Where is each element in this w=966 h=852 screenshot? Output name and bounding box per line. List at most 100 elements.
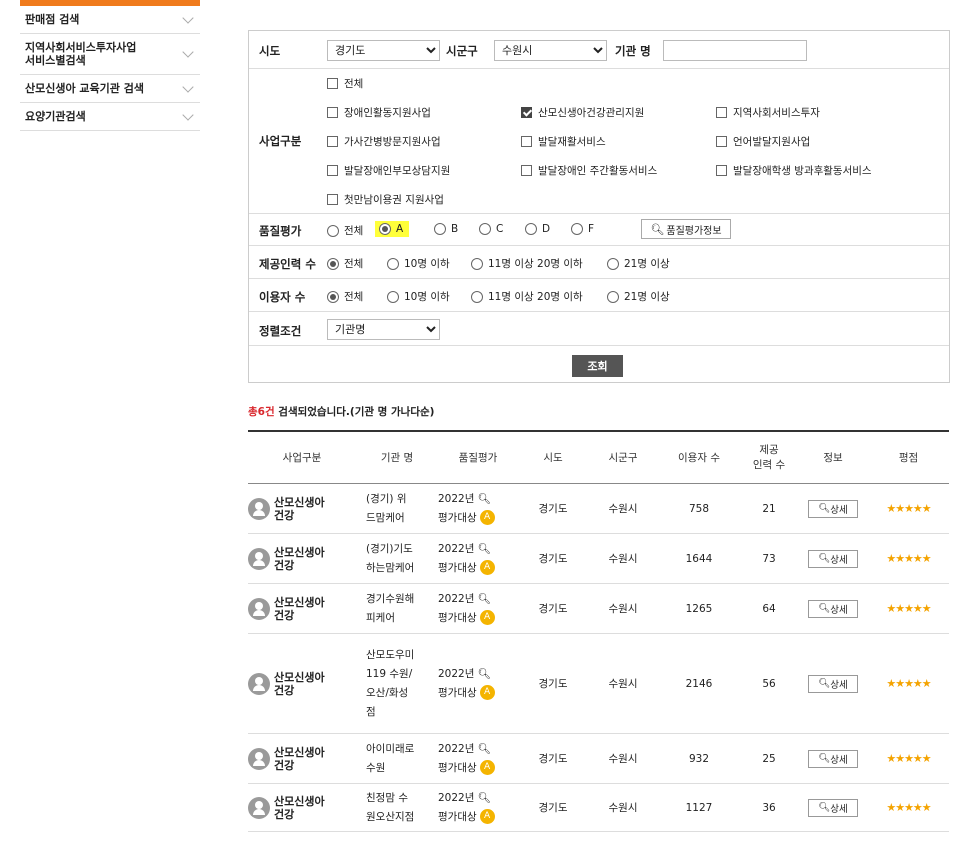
chevron-down-icon [182, 80, 194, 93]
quality-radio-d[interactable]: D [525, 223, 550, 235]
sidebar-item-care-facility-search[interactable]: 요양기관검색 [20, 103, 200, 131]
org-name-cell[interactable]: 아이미래로 수원 [366, 734, 428, 783]
biz-checkbox-dev-rehab[interactable]: 발달재활서비스 [521, 134, 606, 149]
staff-radio-11-to-20[interactable]: 11명 이상 20명 이하 [471, 256, 583, 271]
quality-info-button[interactable]: 🔍︎ 품질평가정보 [641, 219, 731, 239]
org-name-cell[interactable]: (경기)기도 하는맘케어 [366, 534, 428, 583]
sort-row: 정렬조건 기관명 [249, 312, 949, 346]
region-select[interactable]: 경기도 [327, 40, 440, 61]
staff-radio-all[interactable]: 전체 [327, 256, 363, 271]
biz-type-text: 산모신생아 건강 [274, 745, 325, 772]
person-icon [248, 497, 270, 520]
biz-checkbox-all[interactable]: 전체 [327, 76, 363, 91]
quality-radio-b[interactable]: B [434, 223, 458, 235]
detail-button[interactable]: 🔍︎ 상세 [808, 749, 858, 768]
region-row: 시도 경기도 시군구 수원시 기관 명 [249, 31, 949, 69]
rating-cell: ★★★★★ [868, 734, 949, 783]
org-name-cell[interactable]: 산모도우미 119 수원/ 오산/화성 점 [366, 634, 428, 733]
header-rating: 평점 [898, 451, 919, 464]
users-cell: 1127 [685, 801, 713, 814]
eval-target: 평가대상 [438, 761, 477, 774]
biz-checkbox-community-service[interactable]: 지역사회서비스투자 [716, 105, 820, 120]
org-name-cell[interactable]: (경기) 위 드맘케어 [366, 484, 428, 533]
search-submit-button[interactable]: 조회 [572, 355, 623, 377]
star-rating-icon: ★★★★★ [886, 677, 931, 690]
radio-icon [387, 290, 399, 303]
staff-label: 제공인력 수 [259, 257, 316, 271]
search-icon[interactable]: 🔍︎ [478, 668, 491, 680]
biz-checkbox-parent-counseling[interactable]: 발달장애인부모상담지원 [327, 163, 450, 178]
org-name-input[interactable] [663, 40, 807, 61]
result-summary-text: 검색되었습니다.(기관 명 가나다순) [274, 406, 435, 418]
district-label: 시군구 [446, 44, 478, 58]
users-radio-21-or-more[interactable]: 21명 이상 [607, 289, 670, 304]
radio-icon [471, 290, 483, 303]
detail-button[interactable]: 🔍︎ 상세 [808, 499, 858, 518]
sidebar-item-community-service-search[interactable]: 지역사회서비스투자사업 서비스별검색 [20, 34, 200, 75]
checkbox-icon [327, 165, 338, 176]
sidebar-item-maternity-education-search[interactable]: 산모신생아 교육기관 검색 [20, 75, 200, 103]
search-icon[interactable]: 🔍︎ [478, 493, 491, 505]
results-table: 사업구분 기관 명 품질평가 시도 시군구 이용자 수 제공 인력 수 정보 평… [248, 430, 949, 832]
detail-button[interactable]: 🔍︎ 상세 [808, 674, 858, 693]
search-icon[interactable]: 🔍︎ [478, 743, 491, 755]
quality-radio-all[interactable]: 전체 [327, 223, 363, 238]
biz-checkbox-maternity[interactable]: 산모신생아건강관리지원 [521, 105, 644, 120]
biz-type-text: 산모신생아 건강 [274, 495, 325, 522]
search-icon[interactable]: 🔍︎ [478, 593, 491, 605]
person-icon [248, 747, 270, 770]
quality-radio-c[interactable]: C [479, 223, 503, 235]
biz-checkbox-disability-activity[interactable]: 장애인활동지원사업 [327, 105, 431, 120]
staff-radio-21-or-more[interactable]: 21명 이상 [607, 256, 670, 271]
sidebar-item-store-search[interactable]: 판매점 검색 [20, 6, 200, 34]
quality-radio-a[interactable]: A [375, 221, 410, 237]
checkbox-icon [327, 194, 338, 205]
detail-button[interactable]: 🔍︎ 상세 [808, 599, 858, 618]
biz-type-cell: 산모신생아 건강 [248, 734, 348, 783]
district-cell: 수원시 [608, 503, 638, 515]
eval-year: 2022년 [438, 791, 475, 804]
checkbox-icon [716, 165, 727, 176]
region-cell: 경기도 [538, 753, 568, 765]
radio-icon [525, 223, 537, 235]
search-icon: 🔍︎ [818, 802, 831, 813]
biz-checkbox-day-activity[interactable]: 발달장애인 주간활동서비스 [521, 163, 657, 178]
header-org-name: 기관 명 [380, 451, 414, 464]
users-radio-10-or-less[interactable]: 10명 이하 [387, 289, 450, 304]
detail-button[interactable]: 🔍︎ 상세 [808, 549, 858, 568]
org-name-cell[interactable]: 친정맘 수 원오산지점 [366, 784, 428, 831]
checkbox-icon [716, 136, 727, 147]
district-cell: 수원시 [608, 802, 638, 814]
biz-type-cell: 산모신생아 건강 [248, 584, 348, 633]
eval-target: 평가대상 [438, 686, 477, 699]
biz-checkbox-first-meeting[interactable]: 첫만남이용권 지원사업 [327, 192, 444, 207]
district-cell: 수원시 [608, 603, 638, 615]
person-icon [248, 796, 270, 819]
staff-radio-10-or-less[interactable]: 10명 이하 [387, 256, 450, 271]
users-radio-11-to-20[interactable]: 11명 이상 20명 이하 [471, 289, 583, 304]
biz-checkbox-home-care[interactable]: 가사간병방문지원사업 [327, 134, 441, 149]
table-row: 산모신생아 건강 (경기)기도 하는맘케어 2022년 🔍︎ 평가대상 A 경기도 수원시 1… [248, 534, 949, 584]
quality-radio-f[interactable]: F [571, 223, 594, 235]
table-row: 산모신생아 건강 아이미래로 수원 2022년 🔍︎ 평가대상 A 경기도 수원시 932 25… [248, 734, 949, 784]
quality-cell: 2022년 🔍︎ 평가대상 A [438, 634, 508, 733]
radio-selected-icon [327, 290, 339, 303]
sort-select[interactable]: 기관명 [327, 319, 440, 340]
biz-checkbox-afterschool[interactable]: 발달장애학생 방과후활동서비스 [716, 163, 872, 178]
org-name-cell[interactable]: 경기수원해 피케어 [366, 584, 428, 633]
table-row: 산모신생아 건강 경기수원해 피케어 2022년 🔍︎ 평가대상 A 경기도 수원시 1265… [248, 584, 949, 634]
detail-button[interactable]: 🔍︎ 상세 [808, 798, 858, 817]
search-icon[interactable]: 🔍︎ [478, 792, 491, 804]
district-select[interactable]: 수원시 [494, 40, 607, 61]
users-cell: 932 [688, 752, 710, 765]
quality-cell: 2022년 🔍︎ 평가대상 A [438, 734, 508, 783]
staff-cell: 64 [762, 602, 776, 615]
table-body: 산모신생아 건강 (경기) 위 드맘케어 2022년 🔍︎ 평가대상 A 경기도 수원시 75… [248, 484, 949, 832]
rating-cell: ★★★★★ [868, 484, 949, 533]
search-icon[interactable]: 🔍︎ [478, 543, 491, 555]
users-radio-all[interactable]: 전체 [327, 289, 363, 304]
quality-label: 품질평가 [259, 224, 302, 238]
biz-checkbox-language[interactable]: 언어발달지원사업 [716, 134, 810, 149]
biz-type-text: 산모신생아 건강 [274, 670, 325, 697]
eval-target: 평가대상 [438, 611, 477, 624]
